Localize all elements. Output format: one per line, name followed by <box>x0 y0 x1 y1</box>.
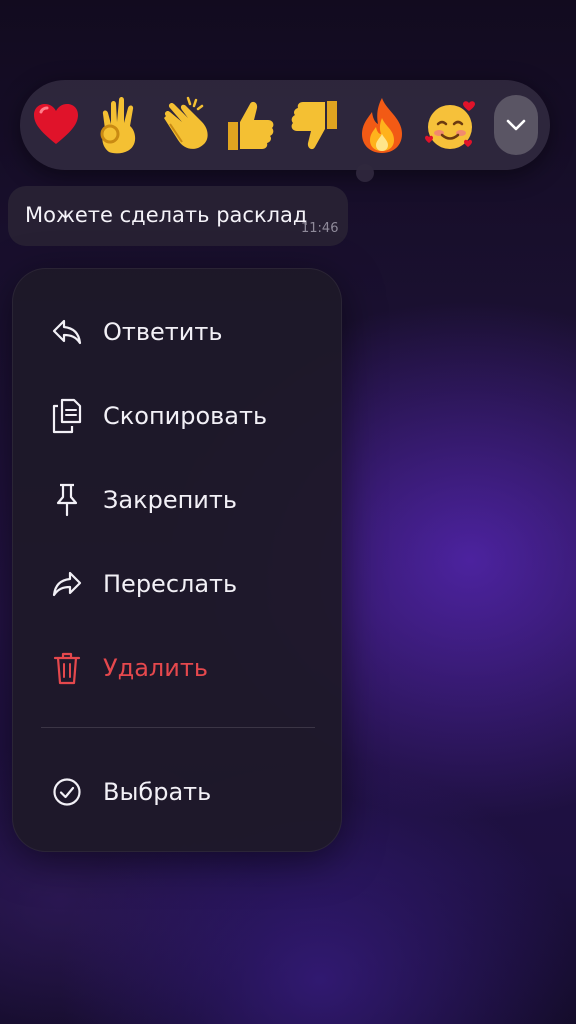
menu-label-forward: Переслать <box>103 570 238 598</box>
reaction-smiling-face-with-hearts[interactable] <box>421 96 479 154</box>
message-timestamp: 11:46 <box>301 221 339 236</box>
reaction-bar <box>20 80 550 182</box>
reaction-thumbs-down[interactable] <box>286 96 344 154</box>
pushpin-icon <box>49 482 85 518</box>
thumbs-down-icon <box>291 101 337 150</box>
reaction-clapping-hands[interactable] <box>156 96 214 154</box>
message-context-menu: Ответить Скопировать Закрепить Переслать <box>12 268 342 852</box>
heart-icon <box>34 104 78 144</box>
menu-label-select: Выбрать <box>103 778 212 806</box>
fire-icon <box>362 98 402 153</box>
menu-divider <box>41 727 315 728</box>
trash-icon <box>49 650 85 686</box>
menu-label-pin: Закрепить <box>103 486 238 514</box>
copy-documents-icon <box>49 398 85 434</box>
check-circle-icon <box>49 774 85 810</box>
menu-item-select[interactable]: Выбрать <box>13 757 341 827</box>
expand-reactions-button[interactable] <box>494 95 538 155</box>
chevron-down-icon <box>506 119 526 131</box>
reaction-ok-hand[interactable] <box>91 96 149 154</box>
menu-item-reply[interactable]: Ответить <box>13 297 341 367</box>
menu-label-copy: Скопировать <box>103 402 268 430</box>
reaction-heart[interactable] <box>27 96 85 154</box>
menu-label-delete: Удалить <box>103 654 208 682</box>
clapping-hands-icon <box>164 96 208 149</box>
menu-item-delete[interactable]: Удалить <box>13 633 341 703</box>
message-text: Можете сделать расклад <box>25 203 308 227</box>
forward-arrow-icon <box>49 566 85 602</box>
menu-item-pin[interactable]: Закрепить <box>13 465 341 535</box>
reaction-fire[interactable] <box>353 96 411 154</box>
thumbs-up-icon <box>228 101 274 150</box>
menu-item-copy[interactable]: Скопировать <box>13 381 341 451</box>
reply-arrow-icon <box>49 314 85 350</box>
menu-label-reply: Ответить <box>103 318 223 346</box>
reaction-thumbs-up[interactable] <box>221 96 279 154</box>
smiling-face-with-hearts-icon <box>425 101 475 149</box>
message-bubble[interactable]: Можете сделать расклад 11:46 <box>8 186 348 246</box>
menu-item-forward[interactable]: Переслать <box>13 549 341 619</box>
ok-hand-icon <box>100 97 136 154</box>
